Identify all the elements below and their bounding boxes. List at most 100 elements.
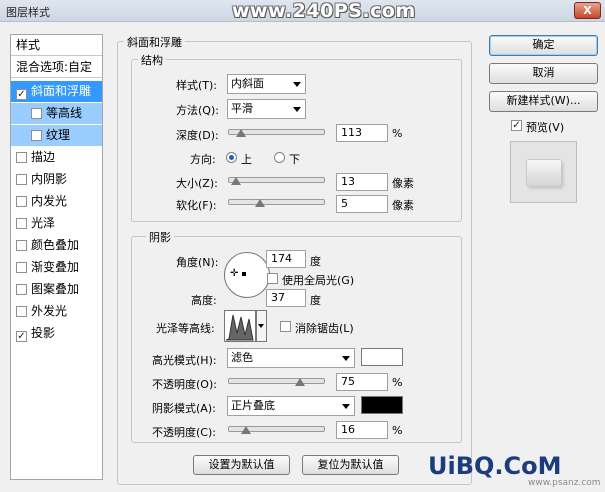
ok-button[interactable]: 确定 <box>489 35 598 56</box>
checkbox-icon[interactable] <box>16 218 27 229</box>
checkbox-icon[interactable] <box>16 240 27 251</box>
title-bar: 图层样式 www.240PS.com X <box>0 0 605 22</box>
soften-unit: 像素 <box>392 199 414 212</box>
structure-title: 结构 <box>138 52 166 68</box>
altitude-label: 高度: <box>191 294 217 307</box>
antialias-checkbox[interactable] <box>280 321 291 332</box>
cancel-button[interactable]: 取消 <box>489 63 598 84</box>
direction-down-radio[interactable] <box>274 152 285 163</box>
style-item-satin[interactable]: 光泽 <box>11 213 102 234</box>
antialias-label: 消除锯齿(L) <box>295 322 354 335</box>
angle-label: 角度(N): <box>176 256 219 269</box>
style-item-inner-shadow[interactable]: 内阴影 <box>11 169 102 190</box>
slider-thumb[interactable] <box>254 199 265 207</box>
make-default-button[interactable]: 设置为默认值 <box>193 455 290 475</box>
style-item-gradient-overlay[interactable]: 渐变叠加 <box>11 257 102 278</box>
global-light-checkbox[interactable] <box>267 273 278 284</box>
reset-default-button[interactable]: 复位为默认值 <box>302 455 399 475</box>
highlight-mode-select[interactable]: 滤色 <box>227 348 355 368</box>
chevron-down-icon <box>293 82 301 87</box>
style-item-contour[interactable]: 等高线 <box>11 103 102 124</box>
site-logo: UiBQ.CoM <box>428 452 562 480</box>
shadow-mode-label: 阴影模式(A): <box>152 402 216 415</box>
contour-dropdown[interactable] <box>256 310 267 342</box>
style-item-outer-glow[interactable]: 外发光 <box>11 301 102 322</box>
direction-up-radio[interactable] <box>226 152 237 163</box>
bevel-section-title: 斜面和浮雕 <box>124 34 185 50</box>
window-title: 图层样式 <box>6 6 50 19</box>
close-button[interactable]: X <box>574 2 601 19</box>
highlight-color-swatch[interactable] <box>361 348 403 366</box>
preview-swatch <box>527 160 561 186</box>
technique-select[interactable]: 平滑 <box>227 99 306 119</box>
shadow-opacity-slider[interactable] <box>228 426 325 434</box>
altitude-input[interactable]: 37 <box>266 289 306 307</box>
checkbox-icon[interactable] <box>31 130 42 141</box>
gloss-contour-label: 光泽等高线: <box>156 322 215 335</box>
shadow-color-swatch[interactable] <box>361 396 403 414</box>
direction-up-label: 上 <box>241 153 252 166</box>
checkbox-icon[interactable] <box>16 262 27 273</box>
styles-list: 样式 混合选项:自定 ✓ 斜面和浮雕 等高线 纹理 描边 内阴影 内发光 光泽 颜… <box>10 34 103 480</box>
size-input[interactable]: 13 <box>336 173 388 191</box>
checkbox-icon[interactable] <box>16 306 27 317</box>
depth-unit: % <box>392 127 403 140</box>
highlight-opacity-label: 不透明度(O): <box>152 378 217 391</box>
blend-options-item[interactable]: 混合选项:自定 <box>11 57 102 78</box>
style-item-bevel[interactable]: ✓ 斜面和浮雕 <box>11 81 102 102</box>
style-item-texture[interactable]: 纹理 <box>11 125 102 146</box>
soften-slider[interactable] <box>228 199 325 207</box>
preview-checkbox[interactable]: ✓ <box>511 120 522 131</box>
style-select[interactable]: 内斜面 <box>227 74 306 94</box>
slider-thumb[interactable] <box>295 378 305 386</box>
angle-dot-icon <box>242 272 246 276</box>
angle-unit: 度 <box>310 255 321 268</box>
shadow-mode-select[interactable]: 正片叠底 <box>227 396 355 416</box>
size-label: 大小(Z): <box>176 177 218 190</box>
angle-dial[interactable]: ✛ <box>224 252 270 298</box>
highlight-mode-label: 高光模式(H): <box>152 354 217 367</box>
style-label: 样式(T): <box>176 79 218 92</box>
slider-thumb[interactable] <box>230 177 241 185</box>
watermark: www.240PS.com <box>232 0 416 22</box>
new-style-button[interactable]: 新建样式(W)... <box>489 91 598 112</box>
chevron-down-icon <box>258 324 264 328</box>
depth-slider[interactable] <box>228 129 325 137</box>
depth-label: 深度(D): <box>176 129 219 142</box>
style-item-pattern-overlay[interactable]: 图案叠加 <box>11 279 102 300</box>
highlight-opacity-unit: % <box>392 376 403 389</box>
checkbox-icon[interactable] <box>16 152 27 163</box>
shadow-opacity-input[interactable]: 16 <box>336 421 388 439</box>
checkbox-icon[interactable] <box>16 196 27 207</box>
slider-thumb[interactable] <box>240 426 251 434</box>
gloss-contour-preview[interactable] <box>224 310 256 342</box>
checkbox-icon[interactable] <box>16 284 27 295</box>
highlight-opacity-slider[interactable] <box>228 378 325 386</box>
soften-input[interactable]: 5 <box>336 195 388 213</box>
direction-down-label: 下 <box>289 153 300 166</box>
checkbox-icon[interactable] <box>16 174 27 185</box>
chevron-down-icon <box>342 404 350 409</box>
checkbox-icon[interactable]: ✓ <box>16 331 27 342</box>
altitude-unit: 度 <box>310 294 321 307</box>
direction-label: 方向: <box>190 153 216 166</box>
checkbox-icon[interactable]: ✓ <box>16 89 27 100</box>
styles-header[interactable]: 样式 <box>11 35 102 56</box>
style-item-color-overlay[interactable]: 颜色叠加 <box>11 235 102 256</box>
shadow-opacity-unit: % <box>392 424 403 437</box>
size-slider[interactable] <box>228 177 325 185</box>
angle-input[interactable]: 174 <box>266 250 306 268</box>
chevron-down-icon <box>342 356 350 361</box>
style-item-stroke[interactable]: 描边 <box>11 147 102 168</box>
highlight-opacity-input[interactable]: 75 <box>336 373 388 391</box>
style-preview-thumbnail <box>510 141 577 203</box>
style-item-drop-shadow[interactable]: ✓ 投影 <box>11 323 102 344</box>
slider-thumb[interactable] <box>236 129 247 137</box>
technique-label: 方法(Q): <box>176 104 219 117</box>
checkbox-icon[interactable] <box>31 108 42 119</box>
size-unit: 像素 <box>392 177 414 190</box>
depth-input[interactable]: 113 <box>336 124 388 142</box>
global-light-label: 使用全局光(G) <box>282 274 355 287</box>
site-url: www.psanz.com <box>528 478 601 488</box>
style-item-inner-glow[interactable]: 内发光 <box>11 191 102 212</box>
